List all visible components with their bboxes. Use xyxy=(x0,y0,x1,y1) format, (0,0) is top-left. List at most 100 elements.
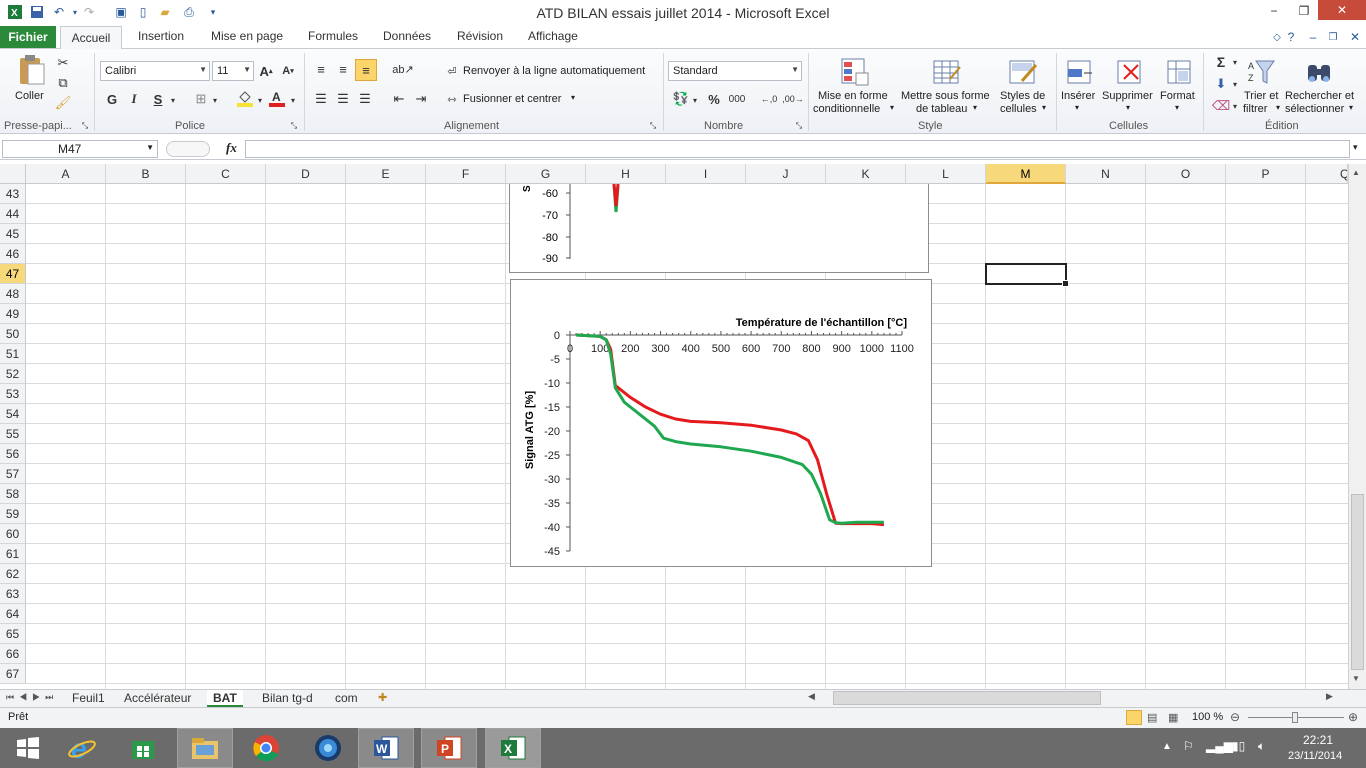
function-icon[interactable]: fx xyxy=(226,140,237,156)
chevron-down-icon[interactable]: ▾ xyxy=(288,93,298,107)
increase-decimal-icon[interactable]: ←,0 xyxy=(758,91,780,107)
scroll-right-icon[interactable]: ▶ xyxy=(1326,691,1336,706)
orientation-icon[interactable]: ab↗ xyxy=(392,61,414,77)
vertical-scroll-thumb[interactable] xyxy=(1351,494,1364,670)
help-icon[interactable]: ? xyxy=(1282,28,1300,46)
merge-center-button[interactable]: Fusionner et centrer xyxy=(463,93,561,105)
dialog-launcher-icon[interactable]: ⤡ xyxy=(80,121,90,131)
column-header[interactable]: O xyxy=(1146,164,1226,184)
wrap-text-button[interactable]: Renvoyer à la ligne automatiquement xyxy=(463,65,645,77)
chevron-down-icon[interactable]: ▾ xyxy=(690,93,700,107)
row-header[interactable]: 57 xyxy=(0,464,26,484)
zoom-level[interactable]: 100 % xyxy=(1192,711,1223,723)
scroll-up-icon[interactable]: ▲ xyxy=(1352,168,1360,177)
insert-sheet-icon[interactable]: ✚ xyxy=(378,691,387,704)
doc-close-icon[interactable]: ✕ xyxy=(1346,28,1364,46)
column-header[interactable]: B xyxy=(106,164,186,184)
excel-taskbar-icon[interactable]: X xyxy=(485,728,541,768)
dialog-launcher-icon[interactable]: ⤡ xyxy=(794,121,804,131)
insert-button[interactable]: Insérer xyxy=(1061,90,1095,102)
borders-icon[interactable]: ⊞ xyxy=(192,91,210,107)
selected-cell[interactable] xyxy=(985,263,1069,287)
font-size-combo[interactable]: 11 ▼ xyxy=(212,61,254,81)
chevron-down-icon[interactable]: ▼ xyxy=(146,143,154,152)
chart-top-partial[interactable]: S -60 -70 -80 -90 xyxy=(509,183,929,273)
row-header[interactable]: 52 xyxy=(0,364,26,384)
media-app-icon[interactable] xyxy=(300,728,356,768)
chevron-down-icon[interactable]: ▾ xyxy=(1349,103,1353,112)
merge-icon[interactable]: ⇿ xyxy=(444,91,460,107)
chevron-down-icon[interactable]: ▾ xyxy=(973,103,977,112)
find-select-label-2[interactable]: sélectionner xyxy=(1285,103,1344,115)
horizontal-scroll-thumb[interactable] xyxy=(833,691,1101,705)
align-left-icon[interactable]: ☰ xyxy=(312,91,330,107)
internet-explorer-icon[interactable]: e xyxy=(54,728,110,768)
sheet-nav-icons[interactable]: ⏮◀▶⏭ xyxy=(6,692,58,703)
sheet-tab[interactable]: Feuil1 xyxy=(66,690,111,707)
column-header[interactable]: N xyxy=(1066,164,1146,184)
tab-formules[interactable]: Formules xyxy=(308,29,358,43)
windows-store-icon[interactable] xyxy=(115,728,171,768)
currency-icon[interactable]: 💱 xyxy=(672,91,690,107)
chrome-icon[interactable] xyxy=(238,728,294,768)
column-header[interactable]: Q xyxy=(1306,164,1348,184)
wrap-text-icon[interactable]: ⏎ xyxy=(444,63,460,79)
dialog-launcher-icon[interactable]: ⤡ xyxy=(648,121,658,131)
font-name-combo[interactable]: Calibri ▼ xyxy=(100,61,210,81)
row-header[interactable]: 58 xyxy=(0,484,26,504)
row-header[interactable]: 62 xyxy=(0,564,26,584)
column-header[interactable]: C xyxy=(186,164,266,184)
cell-styles-icon[interactable] xyxy=(1006,55,1040,89)
chevron-down-icon[interactable]: ▾ xyxy=(1175,103,1179,112)
tab-affichage[interactable]: Affichage xyxy=(528,29,578,43)
row-header[interactable]: 66 xyxy=(0,644,26,664)
align-top-icon[interactable]: ≡ xyxy=(312,61,330,77)
file-explorer-icon[interactable] xyxy=(177,728,233,768)
zoom-slider-thumb[interactable] xyxy=(1292,712,1298,723)
powerpoint-icon[interactable]: P xyxy=(421,728,477,768)
sheet-tab-active[interactable]: BAT xyxy=(207,690,243,707)
format-as-table-icon[interactable] xyxy=(930,55,964,89)
tab-accueil[interactable]: Accueil xyxy=(60,26,122,49)
chevron-down-icon[interactable]: ▾ xyxy=(1126,103,1130,112)
chevron-down-icon[interactable]: ▾ xyxy=(1230,55,1240,69)
name-box[interactable]: M47 ▼ xyxy=(2,140,158,158)
row-header[interactable]: 51 xyxy=(0,344,26,364)
row-header[interactable]: 56 xyxy=(0,444,26,464)
sheet-tab[interactable]: Bilan tg-d xyxy=(256,690,319,707)
column-header[interactable]: H xyxy=(586,164,666,184)
align-right-icon[interactable]: ☰ xyxy=(356,91,374,107)
zoom-in-icon[interactable]: ⊕ xyxy=(1348,710,1358,724)
tab-mise-en-page[interactable]: Mise en page xyxy=(211,29,283,43)
show-hidden-icons-icon[interactable]: ▲ xyxy=(1162,741,1172,752)
cell-styles-label-1[interactable]: Styles de xyxy=(1000,90,1045,102)
paste-icon[interactable] xyxy=(14,53,48,87)
column-header[interactable]: G xyxy=(506,164,586,184)
sort-filter-icon[interactable]: AZ xyxy=(1244,55,1278,89)
align-middle-icon[interactable]: ≡ xyxy=(334,61,352,77)
sheet-tab[interactable]: com xyxy=(329,690,364,707)
conditional-formatting-label-2[interactable]: conditionnelle xyxy=(813,103,880,115)
column-header[interactable]: K xyxy=(826,164,906,184)
format-painter-icon[interactable]: 🖌 xyxy=(55,95,72,111)
row-header[interactable]: 46 xyxy=(0,244,26,264)
flag-icon[interactable]: ⚐ xyxy=(1183,739,1194,753)
align-center-icon[interactable]: ☰ xyxy=(334,91,352,107)
chevron-down-icon[interactable]: ▾ xyxy=(1075,103,1079,112)
column-header[interactable]: L xyxy=(906,164,986,184)
formula-input[interactable] xyxy=(245,140,1350,158)
row-header-selected[interactable]: 47 xyxy=(0,264,26,284)
tab-revision[interactable]: Révision xyxy=(457,29,503,43)
thousands-button[interactable]: 000 xyxy=(726,91,748,107)
number-format-combo[interactable]: Standard ▼ xyxy=(668,61,802,81)
row-header[interactable]: 61 xyxy=(0,544,26,564)
volume-icon[interactable]: 🔈︎ xyxy=(1258,739,1265,754)
chevron-down-icon[interactable]: ▾ xyxy=(1042,103,1046,112)
column-header[interactable]: P xyxy=(1226,164,1306,184)
row-header[interactable]: 54 xyxy=(0,404,26,424)
file-tab[interactable]: Fichier xyxy=(0,26,56,48)
row-header[interactable]: 63 xyxy=(0,584,26,604)
conditional-formatting-label-1[interactable]: Mise en forme xyxy=(818,90,888,102)
chevron-down-icon[interactable]: ▾ xyxy=(210,93,220,107)
column-header[interactable]: A xyxy=(26,164,106,184)
